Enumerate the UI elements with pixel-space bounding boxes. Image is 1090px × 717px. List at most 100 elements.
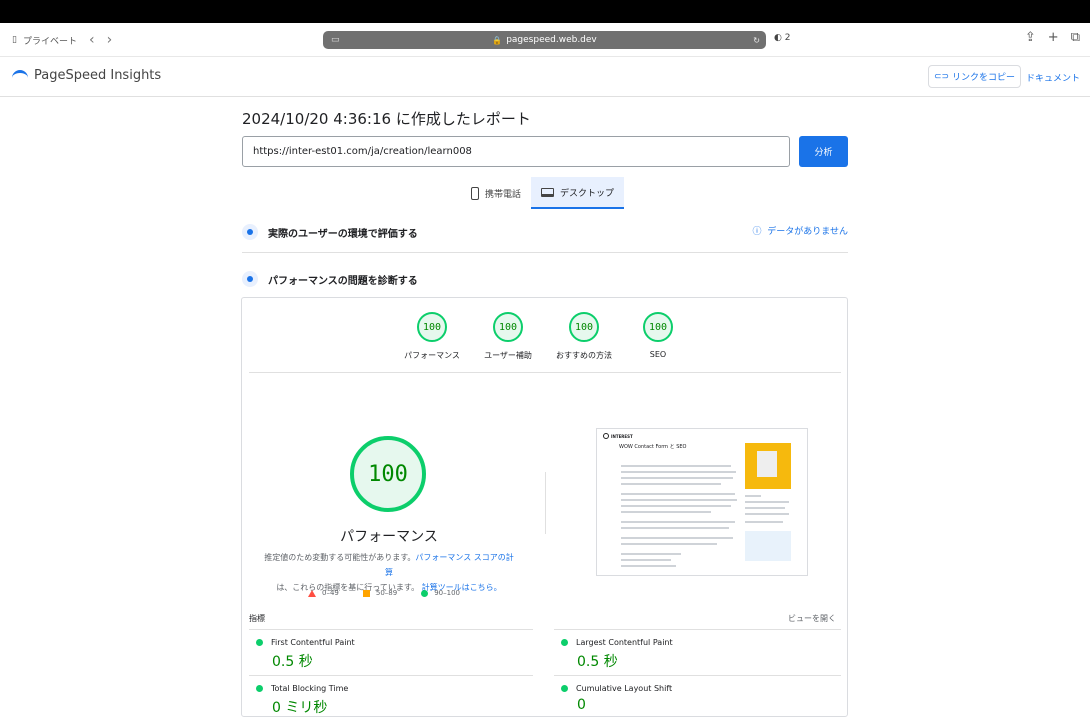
no-data-notice[interactable]: ⓘ データがありません — [753, 224, 848, 237]
forward-icon[interactable]: › — [107, 32, 113, 48]
preview-text-line — [745, 513, 789, 515]
new-tab-icon[interactable]: + — [1048, 30, 1059, 45]
legend-fail: 0–49 — [308, 589, 339, 597]
metric-value: 0 — [577, 697, 586, 713]
reload-icon[interactable]: ↻ — [753, 36, 760, 45]
legend-range: 0–49 — [322, 589, 339, 597]
legend-range: 90–100 — [434, 589, 460, 597]
report-card: 100 パフォーマンス 100 ユーザー補助 100 おすすめの方法 100 S… — [241, 297, 848, 717]
expand-view-button[interactable]: ビューを開く — [788, 613, 836, 624]
gauge-label: SEO — [649, 350, 667, 359]
psi-logo-icon — [12, 69, 28, 82]
lock-icon: 🔒 — [492, 35, 503, 45]
link-icon: ⊂⊃ — [933, 71, 950, 82]
score-gauges: 100 パフォーマンス 100 ユーザー補助 100 おすすめの方法 100 S… — [242, 312, 849, 372]
analyze-button[interactable]: 分析 — [799, 136, 848, 167]
preview-text-line — [621, 565, 676, 567]
tab-overview-icon[interactable]: ⧉ — [1071, 30, 1080, 45]
gauge-circle: 100 — [417, 312, 447, 342]
psi-logo[interactable]: PageSpeed Insights — [12, 68, 161, 83]
preview-text-line — [745, 495, 761, 497]
preview-text-line — [621, 511, 711, 513]
private-label: プライベート — [22, 36, 77, 47]
gauge-accessibility[interactable]: 100 ユーザー補助 — [468, 312, 548, 361]
square-icon — [362, 589, 370, 597]
triangle-icon — [308, 589, 316, 597]
system-top-bar — [0, 0, 1090, 23]
gauge-best-practices[interactable]: 100 おすすめの方法 — [544, 312, 624, 361]
logo-text: PageSpeed Insights — [34, 68, 162, 83]
gauge-circle: 100 — [643, 312, 673, 342]
metric-cls: Cumulative Layout Shift 0 — [561, 684, 844, 713]
pass-dot-icon — [256, 639, 263, 646]
preview-text-line — [745, 521, 783, 523]
tab-desktop-label: デスクトップ — [560, 188, 615, 199]
gauge-performance[interactable]: 100 パフォーマンス — [392, 312, 472, 361]
tab-desktop[interactable]: デスクトップ — [531, 177, 625, 209]
shield-icon[interactable]: ◐ 2 — [774, 33, 790, 43]
metric-value: 0 ミリ秒 — [272, 700, 328, 716]
phone-icon — [471, 186, 479, 200]
gauge-label: パフォーマンス — [404, 351, 460, 360]
preview-text-line — [621, 499, 737, 501]
docs-link[interactable]: ドキュメント — [1026, 71, 1080, 84]
browser-left-controls: ▯ プライベート ‹ › — [12, 23, 112, 57]
tab-mobile[interactable]: 携帯電話 — [461, 177, 531, 209]
performance-score-label: パフォーマンス — [340, 529, 438, 545]
divider — [554, 629, 841, 630]
copy-link-label: リンクをコピー — [952, 73, 1016, 83]
no-data-label: データがありません — [767, 227, 848, 237]
divider — [554, 675, 841, 676]
preview-text-line — [621, 537, 733, 539]
share-icon[interactable]: ⇪ — [1025, 30, 1036, 45]
pass-dot-icon — [561, 685, 568, 692]
copy-link-button[interactable]: ⊂⊃ リンクをコピー — [928, 65, 1021, 88]
preview-sidebar-box — [745, 531, 791, 561]
address-bar[interactable]: ▭ 🔒 pagespeed.web.dev ↻ — [323, 31, 766, 49]
preview-text-line — [621, 559, 671, 561]
gauge-seo[interactable]: 100 SEO — [618, 312, 698, 359]
metric-name: Largest Contentful Paint — [576, 638, 673, 647]
metric-lcp: Largest Contentful Paint 0.5 秒 — [561, 638, 844, 671]
preview-image — [745, 443, 791, 489]
preview-text-line — [621, 471, 736, 473]
psi-header: PageSpeed Insights ⊂⊃ リンクをコピー ドキュメント — [0, 58, 1090, 97]
preview-text-line — [745, 507, 785, 509]
preview-text-line — [621, 505, 731, 507]
pass-dot-icon — [256, 685, 263, 692]
laptop-icon — [541, 187, 555, 197]
preview-text-line — [745, 501, 789, 503]
page-screenshot[interactable]: INTEREST WOW Contact Form と SEO — [596, 428, 808, 576]
tab-mobile-label: 携帯電話 — [485, 189, 522, 200]
page-menu-icon[interactable]: ▭ — [331, 35, 340, 45]
browser-toolbar: ▯ プライベート ‹ › ▭ 🔒 pagespeed.web.dev ↻ ◐ 2… — [0, 23, 1090, 57]
back-icon[interactable]: ‹ — [89, 32, 95, 48]
metric-name: Total Blocking Time — [271, 684, 349, 693]
preview-header: INTEREST — [603, 433, 633, 439]
preview-text-line — [621, 493, 735, 495]
pass-dot-icon — [561, 639, 568, 646]
divider — [249, 372, 841, 373]
preview-text-line — [621, 483, 721, 485]
preview-text-line — [621, 465, 731, 467]
preview-text-line — [621, 543, 717, 545]
sidebar-toggle-icon[interactable]: ▯ — [12, 35, 17, 45]
tabs-count: 2 — [784, 33, 791, 43]
gauge-label: ユーザー補助 — [484, 351, 532, 360]
field-data-section: 実際のユーザーの環境で評価する ⓘ データがありません — [242, 220, 848, 244]
gauge-label: おすすめの方法 — [556, 351, 612, 360]
performance-score-gauge: 100 — [350, 436, 426, 512]
score-legend: 0–49 50–89 90–100 — [308, 589, 460, 597]
metric-name: First Contentful Paint — [271, 638, 355, 647]
metric-tbt: Total Blocking Time 0 ミリ秒 — [256, 684, 539, 717]
preview-title: WOW Contact Form と SEO — [619, 444, 687, 450]
preview-text-line — [621, 521, 735, 523]
address-text: pagespeed.web.dev — [506, 35, 597, 45]
metric-name: Cumulative Layout Shift — [576, 684, 673, 693]
divider — [249, 675, 533, 676]
legend-pass: 90–100 — [421, 589, 460, 597]
url-input[interactable]: https://inter-est01.com/ja/creation/lear… — [242, 136, 790, 167]
legend-average: 50–89 — [362, 589, 397, 597]
metric-value: 0.5 秒 — [272, 654, 313, 670]
preview-text-line — [621, 477, 733, 479]
